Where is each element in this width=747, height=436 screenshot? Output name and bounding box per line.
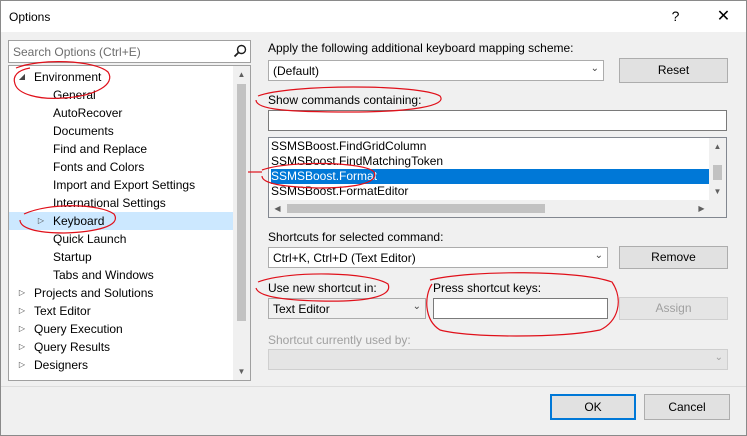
tree-item-label: Environment bbox=[34, 70, 102, 84]
remove-button[interactable]: Remove bbox=[619, 246, 728, 269]
tree-item-label: AutoRecover bbox=[53, 106, 123, 120]
scroll-up-icon[interactable]: ▲ bbox=[233, 66, 250, 83]
shortcuts-label: Shortcuts for selected command: bbox=[268, 230, 444, 244]
list-horizontal-scrollbar[interactable]: ◀ ▶ bbox=[269, 200, 710, 217]
scroll-right-icon[interactable]: ▶ bbox=[693, 200, 710, 217]
use-shortcut-in-dropdown[interactable]: Text Editor ⌄ bbox=[268, 298, 426, 319]
footer-divider bbox=[1, 386, 746, 387]
reset-button[interactable]: Reset bbox=[619, 58, 728, 83]
command-list-item[interactable]: SSMSBoost.FormatEditor bbox=[271, 184, 709, 199]
scroll-thumb[interactable] bbox=[287, 204, 545, 213]
mapping-scheme-dropdown[interactable]: (Default) ⌄ bbox=[268, 60, 604, 81]
tree-item[interactable]: General bbox=[9, 86, 233, 104]
tree-item[interactable]: AutoRecover bbox=[9, 104, 233, 122]
collapsed-arrow-icon[interactable]: ▷ bbox=[17, 338, 27, 356]
shortcuts-value: Ctrl+K, Ctrl+D (Text Editor) bbox=[273, 251, 416, 265]
options-tree[interactable]: ◢ Environment General AutoRecover Documents F… bbox=[8, 65, 251, 381]
tree-item-label: General bbox=[53, 88, 96, 102]
search-box[interactable] bbox=[8, 40, 251, 63]
tree-item[interactable]: ▷ Keyboard bbox=[9, 212, 233, 230]
tree-item-label: Query Results bbox=[34, 340, 111, 354]
use-shortcut-in-value: Text Editor bbox=[273, 302, 330, 316]
scroll-thumb[interactable] bbox=[713, 165, 722, 180]
options-dialog: Options ? ✕ ◢ Environment General AutoRecov… bbox=[0, 0, 747, 436]
expanded-arrow-icon[interactable]: ◢ bbox=[17, 68, 27, 86]
search-icon[interactable] bbox=[233, 44, 247, 58]
press-shortcut-keys-input[interactable] bbox=[433, 298, 608, 319]
collapsed-arrow-icon[interactable]: ▷ bbox=[17, 356, 27, 374]
mapping-scheme-label: Apply the following additional keyboard … bbox=[268, 41, 574, 55]
commands-list[interactable]: SSMSBoost.FindGridColumn SSMSBoost.FindMa… bbox=[268, 137, 727, 218]
show-commands-label: Show commands containing: bbox=[268, 93, 422, 107]
scroll-down-icon[interactable]: ▼ bbox=[233, 363, 250, 380]
tree-item-label: Find and Replace bbox=[53, 142, 148, 156]
scroll-up-icon[interactable]: ▲ bbox=[709, 138, 726, 155]
shortcuts-dropdown[interactable]: Ctrl+K, Ctrl+D (Text Editor) ⌄ bbox=[268, 247, 608, 268]
window-title: Options bbox=[9, 10, 51, 24]
chevron-down-icon: ⌄ bbox=[594, 250, 603, 261]
scroll-thumb[interactable] bbox=[237, 84, 246, 321]
tree-item-label: Import and Export Settings bbox=[53, 178, 196, 192]
tree-item-label: Query Execution bbox=[34, 322, 123, 336]
tree-item-label: Quick Launch bbox=[53, 232, 127, 246]
chevron-down-icon: ⌄ bbox=[590, 63, 599, 74]
tree-item[interactable]: Documents bbox=[9, 122, 233, 140]
tree-item[interactable]: ▷ Query Execution bbox=[9, 320, 233, 338]
tree-item-label: Designers bbox=[34, 358, 89, 372]
collapsed-arrow-icon[interactable]: ▷ bbox=[17, 302, 27, 320]
scroll-corner bbox=[709, 200, 726, 217]
help-icon[interactable]: ? bbox=[653, 1, 698, 32]
command-list-item[interactable]: SSMSBoost.FindMatchingToken bbox=[271, 154, 709, 169]
tree-item[interactable]: ▷ Projects and Solutions bbox=[9, 284, 233, 302]
shortcut-used-by-label: Shortcut currently used by: bbox=[268, 333, 411, 347]
command-list-item[interactable]: SSMSBoost.FindGridColumn bbox=[271, 139, 709, 154]
tree-item-label: Fonts and Colors bbox=[53, 160, 145, 174]
collapsed-arrow-icon[interactable]: ▷ bbox=[36, 212, 46, 230]
list-vertical-scrollbar[interactable]: ▲ ▼ bbox=[709, 138, 726, 200]
tree-item[interactable]: ▷ Designers bbox=[9, 356, 233, 374]
scroll-left-icon[interactable]: ◀ bbox=[269, 200, 286, 217]
chevron-down-icon: ⌄ bbox=[714, 352, 723, 363]
search-input[interactable] bbox=[9, 41, 231, 62]
tree-vertical-scrollbar[interactable]: ▲ ▼ bbox=[233, 66, 250, 380]
tree-item-label: Projects and Solutions bbox=[34, 286, 154, 300]
collapsed-arrow-icon[interactable]: ▷ bbox=[17, 320, 27, 338]
command-list-item[interactable]: SSMSBoost.Format bbox=[271, 169, 709, 184]
use-new-shortcut-label: Use new shortcut in: bbox=[268, 281, 377, 295]
tree-item[interactable]: Startup bbox=[9, 248, 233, 266]
tree-item[interactable]: Tabs and Windows bbox=[9, 266, 233, 284]
press-shortcut-keys-label: Press shortcut keys: bbox=[433, 281, 542, 295]
tree-item[interactable]: Import and Export Settings bbox=[9, 176, 233, 194]
close-icon[interactable]: ✕ bbox=[701, 1, 746, 32]
tree-item-label: International Settings bbox=[53, 196, 166, 210]
title-bar[interactable]: Options ? ✕ bbox=[1, 1, 746, 32]
commands-filter-input[interactable] bbox=[268, 110, 727, 131]
tree-item[interactable]: ◢ Environment bbox=[9, 68, 233, 86]
tree-item-label: Documents bbox=[53, 124, 114, 138]
ok-button[interactable]: OK bbox=[550, 394, 636, 420]
scroll-down-icon[interactable]: ▼ bbox=[709, 183, 726, 200]
tree-item[interactable]: Find and Replace bbox=[9, 140, 233, 158]
tree-item[interactable]: Fonts and Colors bbox=[9, 158, 233, 176]
tree-item[interactable]: ▷ Query Results bbox=[9, 338, 233, 356]
tree-item[interactable]: Quick Launch bbox=[9, 230, 233, 248]
chevron-down-icon: ⌄ bbox=[412, 301, 421, 312]
tree-item[interactable]: ▷ Text Editor bbox=[9, 302, 233, 320]
cancel-button[interactable]: Cancel bbox=[644, 394, 730, 420]
assign-button[interactable]: Assign bbox=[619, 297, 728, 320]
mapping-scheme-value: (Default) bbox=[273, 64, 320, 78]
tree-item-label: Startup bbox=[53, 250, 92, 264]
tree-item-label: Keyboard bbox=[53, 214, 105, 228]
tree-item-label: Tabs and Windows bbox=[53, 268, 154, 282]
collapsed-arrow-icon[interactable]: ▷ bbox=[17, 284, 27, 302]
shortcut-used-by-dropdown[interactable]: ⌄ bbox=[268, 349, 728, 370]
tree-item-label: Text Editor bbox=[34, 304, 91, 318]
tree-item[interactable]: International Settings bbox=[9, 194, 233, 212]
